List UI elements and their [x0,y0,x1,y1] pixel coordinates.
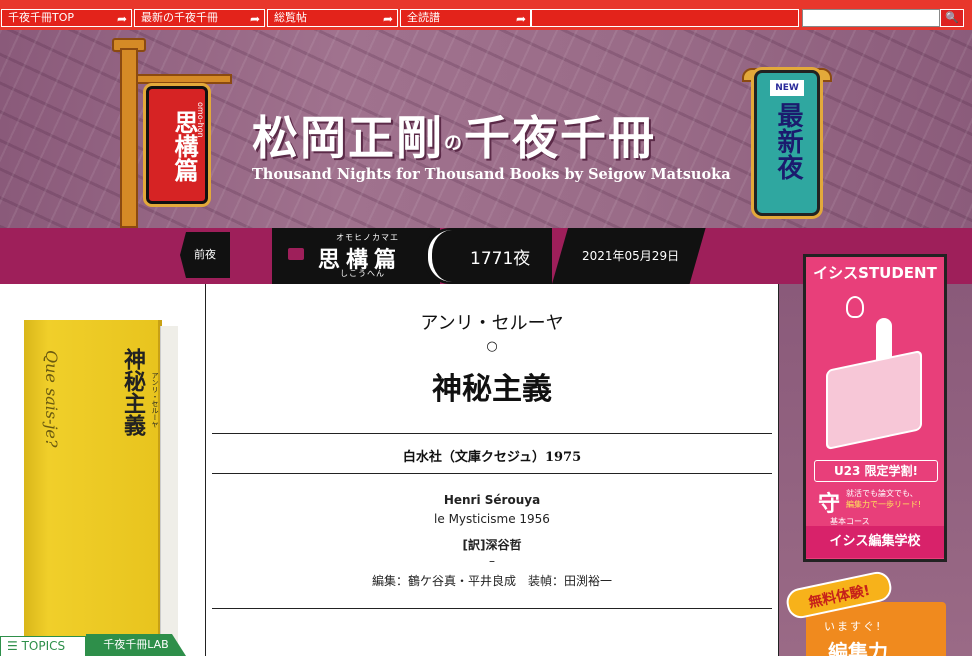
book-title: 神秘主義 [432,372,552,407]
divider [212,608,772,609]
header-banner[interactable]: 思構篇 omo-hon 松岡正剛の千夜千冊 Thousand Nights fo… [0,30,972,228]
translator: [訳]深谷哲 [462,538,522,552]
book-cover-title: 神秘主義 [120,348,146,436]
ad-copy-line2: 編集力で一歩リード! [846,500,922,509]
book-spine [160,326,178,656]
lightbulb-icon [846,296,864,318]
author-name-jp: アンリ・セルーヤ [420,313,564,334]
book-cover-author: アンリ・セルーヤ [151,372,159,428]
site-title-end: 千夜千冊 [464,111,656,165]
divider [212,473,772,474]
publisher-info: 白水社（文庫クセジュ）1975 [402,450,582,465]
nav-item-index[interactable]: 総覧帖 ➦ [267,9,398,27]
lab-label: 千夜千冊LAB [103,638,169,651]
ad-footer: イシス編集学校 [806,526,944,558]
site-title-no: の [444,133,464,154]
ad2-headline: 編集力 [828,640,888,664]
search-button[interactable]: 🔍 [940,9,964,27]
new-label: NEW [770,80,804,96]
folder-icon [288,248,304,260]
nav-item-top[interactable]: 千夜千冊TOP ➦ [1,9,132,27]
ad-copy-line1: 就活でも論文でも、 [846,489,918,498]
divider [212,433,772,434]
nav-item-latest[interactable]: 最新の千夜千冊 ➦ [134,9,265,27]
book-cover-scribble: Que sais-je? [42,350,61,448]
ad-copy: 就活でも論文でも、 編集力で一歩リード! 基本コース [830,488,942,527]
nav-item-all[interactable]: 全読譜 ➦ [400,9,531,27]
author-name-en: Henri Sérouya [443,493,541,507]
search-input[interactable] [802,9,940,27]
sign-arm [136,74,232,84]
lab-tab[interactable]: 千夜千冊LAB [86,634,186,656]
site-title: 松岡正剛の千夜千冊 [252,102,656,168]
arrow-icon: ➦ [116,12,127,26]
nav-item-label: 最新の千夜千冊 [141,11,218,24]
category-sign-text: 思構篇 [170,110,199,182]
nav-item-label: 全読譜 [407,11,440,24]
nav-spacer [531,9,799,27]
separator-circle: ○ [486,339,498,354]
topics-tab[interactable]: ☰ TOPICS [0,636,86,656]
prev-night-label: 前夜 [194,248,216,261]
site-subtitle: Thousand Nights for Thousand Books by Se… [252,166,731,183]
arrow-icon: ➦ [515,12,526,26]
nav-item-label: 千夜千冊TOP [8,11,75,24]
site-title-main: 松岡正剛 [252,111,444,165]
editor-credits: 編集：鶴ケ谷真・平井良成 装幀：田渕裕一 [371,574,612,588]
original-title: le Mysticisme 1956 [434,512,550,526]
credit-dash: – [489,554,495,568]
latest-night-text: 最新夜 [773,102,803,180]
ad-heading: イシスSTUDENT [813,264,937,282]
arrow-icon: ➦ [382,12,393,26]
category-ruby-bottom: しこうへん [340,269,385,278]
nav-item-label: 総覧帖 [274,11,307,24]
night-number: 1771夜 [470,249,531,269]
search-icon: 🔍 [945,11,959,24]
ad2-copy: いますぐ! [824,620,883,633]
arrow-icon: ➦ [249,12,260,26]
publish-date: 2021年05月29日 [582,249,680,263]
u23-badge: U23 限定学割! [814,460,938,482]
category-sign-ruby: omo-hon [196,102,205,138]
list-icon: ☰ [7,639,18,653]
prev-night-button[interactable]: 前夜 [180,232,230,278]
topics-label: TOPICS [21,639,66,653]
shu-mark: 守 [818,491,841,517]
